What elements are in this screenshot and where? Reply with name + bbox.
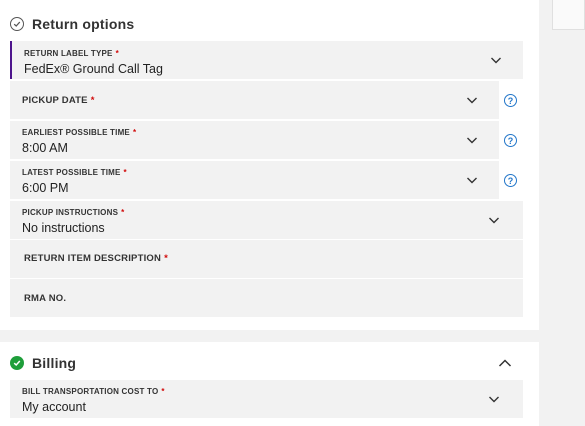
latest-time-select[interactable]: LATEST POSSIBLE TIME * 6:00 PM [10, 161, 499, 199]
chevron-down-icon [467, 137, 477, 144]
return-item-description-field[interactable]: RETURN ITEM DESCRIPTION * [10, 240, 523, 278]
return-label-type-label: RETURN LABEL TYPE * [24, 49, 119, 58]
pickup-instructions-label: PICKUP INSTRUCTIONS * [22, 208, 125, 217]
circle-check-icon [10, 17, 24, 31]
pickup-date-label: PICKUP DATE * [22, 95, 95, 106]
bill-transportation-select[interactable]: BILL TRANSPORTATION COST TO * My account [10, 380, 523, 418]
return-options-title: Return options [32, 16, 135, 32]
check-filled-icon [10, 356, 24, 370]
side-panel-tab [552, 0, 585, 30]
rma-number-label: RMA NO. [24, 293, 67, 304]
latest-time-value: 6:00 PM [22, 181, 69, 195]
earliest-time-select[interactable]: EARLIEST POSSIBLE TIME * 8:00 AM [10, 121, 499, 159]
rma-number-field[interactable]: RMA NO. [10, 279, 523, 317]
return-label-type-select[interactable]: RETURN LABEL TYPE * FedEx® Ground Call Ta… [10, 41, 523, 79]
chevron-down-icon [489, 217, 499, 224]
latest-time-label: LATEST POSSIBLE TIME * [22, 168, 127, 177]
pickup-date-select[interactable]: PICKUP DATE * [10, 81, 499, 119]
chevron-down-icon [491, 57, 501, 64]
return-item-description-label: RETURN ITEM DESCRIPTION * [24, 253, 168, 264]
return-options-header[interactable]: Return options [10, 16, 134, 32]
return-label-type-value: FedEx® Ground Call Tag [24, 62, 163, 76]
chevron-down-icon [467, 177, 477, 184]
earliest-time-help-icon[interactable]: ? [504, 134, 517, 147]
bill-transportation-value: My account [22, 400, 86, 414]
billing-title: Billing [32, 355, 77, 371]
bill-transportation-label: BILL TRANSPORTATION COST TO * [22, 387, 165, 396]
chevron-down-icon [467, 97, 477, 104]
chevron-down-icon [489, 396, 499, 403]
earliest-time-value: 8:00 AM [22, 141, 68, 155]
billing-header[interactable]: Billing [10, 355, 76, 371]
pickup-instructions-value: No instructions [22, 221, 105, 235]
latest-time-help-icon[interactable]: ? [504, 174, 517, 187]
chevron-up-icon[interactable] [498, 357, 512, 369]
earliest-time-label: EARLIEST POSSIBLE TIME * [22, 128, 137, 137]
pickup-instructions-select[interactable]: PICKUP INSTRUCTIONS * No instructions [10, 201, 523, 239]
pickup-date-help-icon[interactable]: ? [504, 94, 517, 107]
